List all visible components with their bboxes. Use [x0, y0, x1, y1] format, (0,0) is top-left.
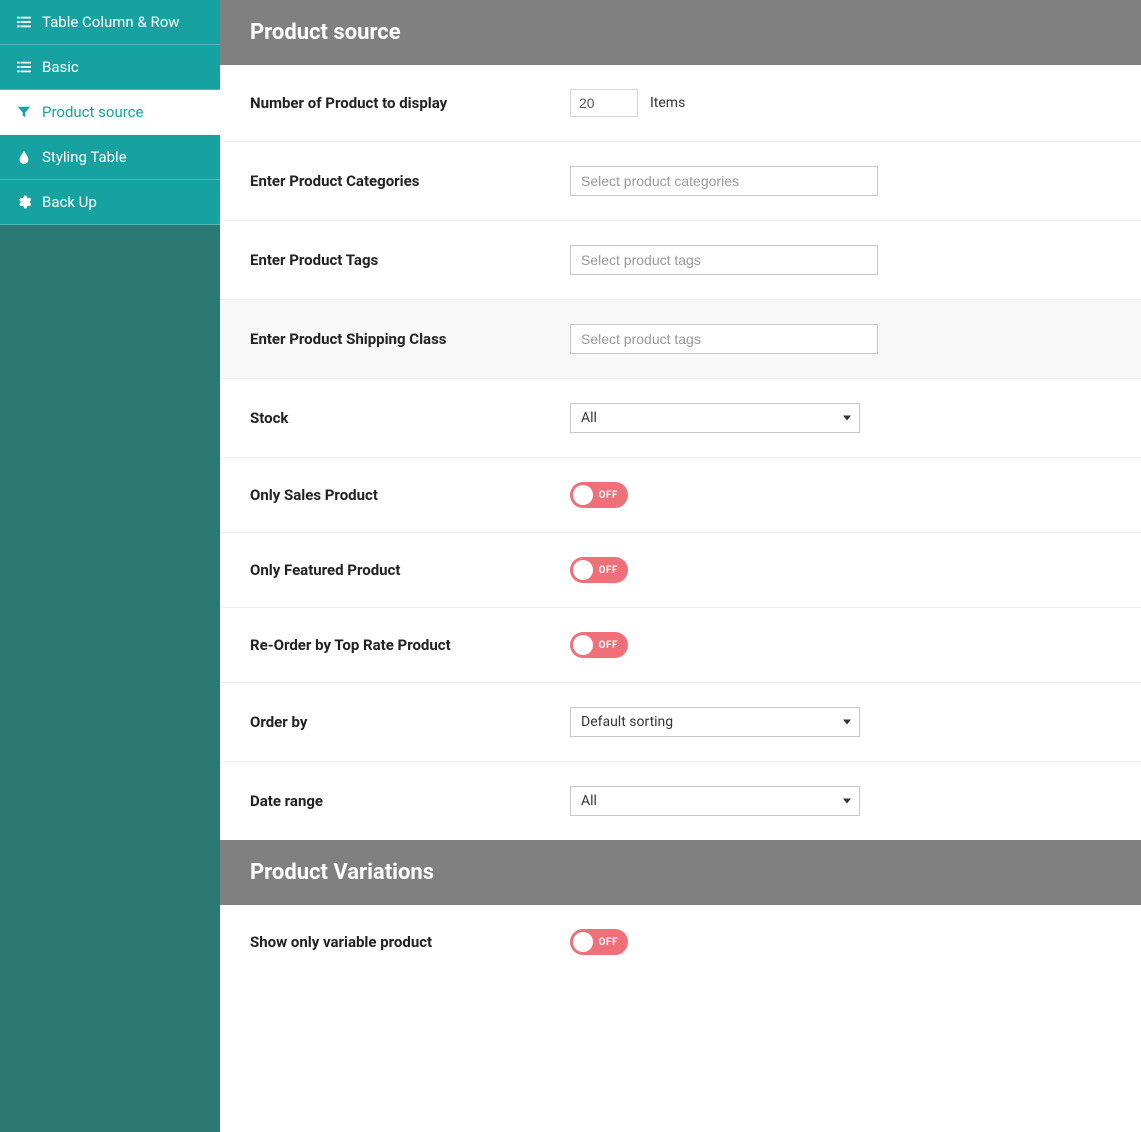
sidebar-item-product-source[interactable]: Product source [0, 90, 220, 135]
row-only-featured: Only Featured Product OFF [220, 533, 1141, 608]
toggle-state-label: OFF [599, 640, 618, 651]
dropdown-value: All [581, 793, 597, 809]
row-shipping-class: Enter Product Shipping Class [220, 300, 1141, 379]
sidebar-item-label: Table Column & Row [42, 13, 180, 31]
label-product-categories: Enter Product Categories [250, 172, 570, 190]
label-reorder-top-rate: Re-Order by Top Rate Product [250, 636, 570, 654]
order-by-dropdown[interactable]: Default sorting [570, 707, 860, 737]
label-stock: Stock [250, 409, 570, 427]
sidebar-item-basic[interactable]: Basic [0, 45, 220, 90]
reorder-top-rate-toggle[interactable]: OFF [570, 632, 628, 658]
date-range-dropdown[interactable]: All [570, 786, 860, 816]
sidebar-item-table-column-row[interactable]: Table Column & Row [0, 0, 220, 45]
row-stock: Stock All [220, 379, 1141, 458]
sidebar-item-label: Back Up [42, 193, 97, 211]
label-show-only-variable: Show only variable product [250, 933, 570, 951]
row-show-only-variable: Show only variable product OFF [220, 905, 1141, 979]
show-only-variable-toggle[interactable]: OFF [570, 929, 628, 955]
only-featured-toggle[interactable]: OFF [570, 557, 628, 583]
chevron-down-icon [843, 720, 851, 725]
list-icon [16, 59, 32, 75]
sidebar-item-label: Product source [42, 103, 143, 121]
toggle-knob [573, 635, 593, 655]
row-date-range: Date range All [220, 762, 1141, 840]
shipping-class-input[interactable] [570, 324, 878, 354]
label-shipping-class: Enter Product Shipping Class [250, 330, 570, 348]
section-header-product-variations: Product Variations [220, 840, 1141, 905]
row-product-categories: Enter Product Categories [220, 142, 1141, 221]
filter-icon [16, 104, 32, 120]
dropdown-value: All [581, 410, 597, 426]
label-date-range: Date range [250, 792, 570, 810]
row-product-tags: Enter Product Tags [220, 221, 1141, 300]
sidebar-item-styling-table[interactable]: Styling Table [0, 135, 220, 180]
toggle-state-label: OFF [599, 937, 618, 948]
section-title: Product source [250, 20, 401, 45]
number-of-product-input[interactable] [570, 89, 638, 117]
toggle-knob [573, 932, 593, 952]
sidebar: Table Column & Row Basic Product source … [0, 0, 220, 1132]
dropdown-value: Default sorting [581, 714, 673, 730]
row-only-sales: Only Sales Product OFF [220, 458, 1141, 533]
label-only-featured: Only Featured Product [250, 561, 570, 579]
toggle-knob [573, 485, 593, 505]
chevron-down-icon [843, 799, 851, 804]
section-title: Product Variations [250, 860, 434, 885]
label-order-by: Order by [250, 713, 570, 731]
drop-icon [16, 149, 32, 165]
section-header-product-source: Product source [220, 0, 1141, 65]
sidebar-item-label: Basic [42, 58, 79, 76]
sidebar-item-back-up[interactable]: Back Up [0, 180, 220, 225]
stock-dropdown[interactable]: All [570, 403, 860, 433]
gear-icon [16, 194, 32, 210]
items-unit-text: Items [650, 95, 685, 111]
label-product-tags: Enter Product Tags [250, 251, 570, 269]
toggle-state-label: OFF [599, 490, 618, 501]
sidebar-item-label: Styling Table [42, 148, 127, 166]
row-number-of-product: Number of Product to display Items [220, 65, 1141, 142]
toggle-knob [573, 560, 593, 580]
product-categories-input[interactable] [570, 166, 878, 196]
label-number-of-product: Number of Product to display [250, 94, 570, 112]
list-icon [16, 14, 32, 30]
row-order-by: Order by Default sorting [220, 683, 1141, 762]
only-sales-toggle[interactable]: OFF [570, 482, 628, 508]
chevron-down-icon [843, 416, 851, 421]
row-reorder-top-rate: Re-Order by Top Rate Product OFF [220, 608, 1141, 683]
toggle-state-label: OFF [599, 565, 618, 576]
main-content: Product source Number of Product to disp… [220, 0, 1141, 1132]
product-tags-input[interactable] [570, 245, 878, 275]
label-only-sales: Only Sales Product [250, 486, 570, 504]
